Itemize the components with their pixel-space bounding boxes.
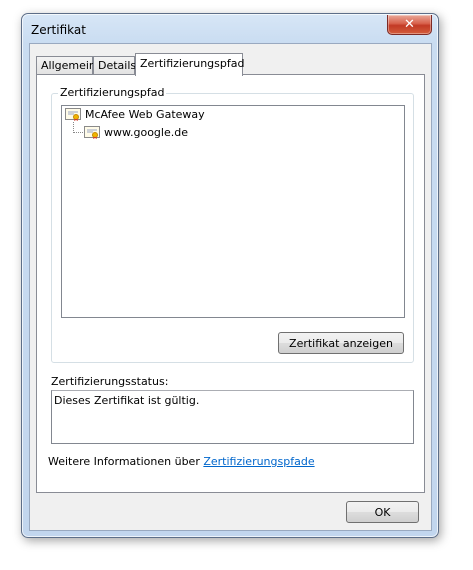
tree-connector [73,132,83,133]
certificate-tree[interactable]: McAfee Web Gateway www.google.de [61,105,405,318]
tab-label: Zertifizierungspfad [140,57,245,70]
status-text: Dieses Zertifikat ist gültig. [54,394,200,407]
tree-item-child[interactable]: www.google.de [84,124,188,140]
certification-path-group: Zertifizierungspfad McAfee Web Gateway w… [51,86,414,363]
tree-item-label: www.google.de [104,125,188,139]
info-text: Weitere Informationen über [48,455,204,468]
tab-zertifizierungspfad[interactable]: Zertifizierungspfad [135,53,245,76]
certificate-icon [84,126,100,139]
close-icon: ✕ [404,17,415,32]
tab-details[interactable]: Details [93,56,137,74]
tab-allgemein[interactable]: Allgemein [36,56,96,74]
status-label: Zertifizierungsstatus: [51,375,169,388]
button-label: OK [374,505,391,519]
close-button[interactable]: ✕ [387,15,432,35]
button-label: Zertifikat anzeigen [289,336,393,350]
tree-item-root[interactable]: McAfee Web Gateway [65,106,205,122]
info-line: Weitere Informationen über Zertifizierun… [48,455,315,468]
certificate-dialog: Zertifikat ✕ Allgemein Details Zertifizi… [21,13,439,538]
status-textbox[interactable]: Dieses Zertifikat ist gültig. [51,390,414,444]
tree-item-label: McAfee Web Gateway [85,107,205,121]
tab-panel: Zertifizierungspfad McAfee Web Gateway w… [36,74,425,493]
ok-button[interactable]: OK [346,501,419,523]
tab-label: Allgemein [41,59,96,72]
group-label: Zertifizierungspfad [58,86,167,99]
certification-path-link[interactable]: Zertifizierungspfade [203,455,314,468]
tab-label: Details [98,59,137,72]
window-title: Zertifikat [31,23,86,37]
certificate-icon [65,108,81,121]
view-certificate-button[interactable]: Zertifikat anzeigen [278,332,404,354]
dialog-client-area: Allgemein Details Zertifizierungspfad Ze… [29,43,432,531]
